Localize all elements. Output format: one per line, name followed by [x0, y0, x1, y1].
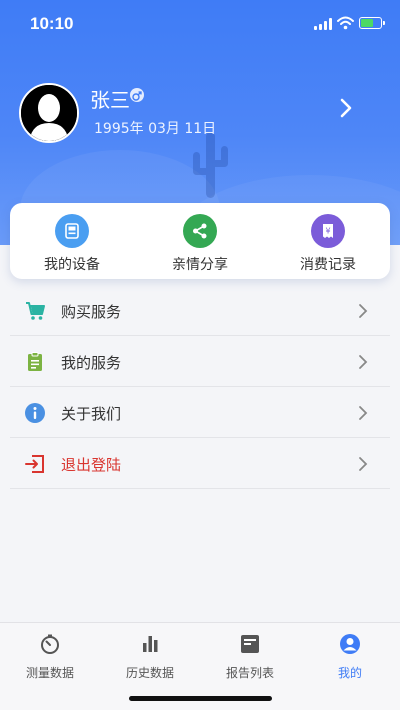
menu-item-label: 退出登陆: [61, 456, 122, 474]
tab-label: 历史数据: [125, 666, 174, 680]
wifi-icon: [337, 16, 354, 30]
consumption-records-label: 消费记录: [300, 257, 356, 273]
chevron-right-icon[interactable]: [338, 97, 354, 119]
menu-item-buy-service[interactable]: 购买服务: [10, 285, 390, 336]
chevron-right-icon: [359, 457, 368, 471]
report-icon: [241, 635, 259, 653]
consumption-records-button[interactable]: ¥ 消费记录: [283, 214, 373, 274]
logout-icon: [25, 455, 44, 473]
home-indicator: [129, 696, 272, 701]
my-devices-label: 我的设备: [44, 257, 100, 273]
menu-item-label: 购买服务: [61, 303, 122, 321]
signal-icon: [314, 18, 332, 30]
menu-item-label: 我的服务: [61, 354, 122, 372]
settings-menu: 购买服务 我的服务 关于我们 退出登陆: [10, 285, 390, 489]
chevron-right-icon: [359, 355, 368, 369]
tab-label: 我的: [337, 666, 362, 680]
clipboard-icon: [28, 352, 42, 371]
tab-measurement-data[interactable]: 测量数据: [0, 633, 100, 681]
tab-history-data[interactable]: 历史数据: [100, 633, 200, 681]
avatar[interactable]: [19, 83, 79, 143]
user-name: 张三: [90, 88, 130, 112]
chevron-right-icon: [359, 406, 368, 420]
status-bar: 10:10: [0, 0, 400, 48]
birthdate: 1995年 03月 11日: [94, 121, 217, 137]
tab-label: 测量数据: [25, 666, 74, 680]
person-icon: [340, 634, 360, 654]
battery-icon: [359, 17, 385, 29]
family-share-label: 亲情分享: [172, 257, 228, 273]
menu-item-label: 关于我们: [61, 405, 122, 423]
menu-item-my-service[interactable]: 我的服务: [10, 336, 390, 387]
tab-label: 报告列表: [225, 666, 274, 680]
cactus-icon: [193, 132, 228, 198]
tab-report-list[interactable]: 报告列表: [200, 633, 300, 681]
cart-icon: [26, 302, 45, 320]
info-icon: [25, 403, 45, 423]
chevron-right-icon: [359, 304, 368, 318]
receipt-icon: ¥: [311, 214, 345, 248]
my-devices-button[interactable]: 我的设备: [27, 214, 117, 274]
person-silhouette-icon: [21, 85, 77, 141]
device-icon: [55, 214, 89, 248]
male-icon: [130, 88, 144, 102]
share-icon: [183, 214, 217, 248]
bar-chart-icon: [143, 636, 158, 652]
quick-actions-card: 我的设备 亲情分享 ¥ 消费记录: [10, 203, 390, 279]
timer-icon: [41, 634, 59, 654]
tab-mine[interactable]: 我的: [300, 633, 400, 681]
status-time: 10:10: [30, 14, 74, 33]
menu-item-about-us[interactable]: 关于我们: [10, 387, 390, 438]
svg-text:¥: ¥: [325, 227, 330, 236]
family-share-button[interactable]: 亲情分享: [155, 214, 245, 274]
menu-item-logout[interactable]: 退出登陆: [10, 438, 390, 489]
